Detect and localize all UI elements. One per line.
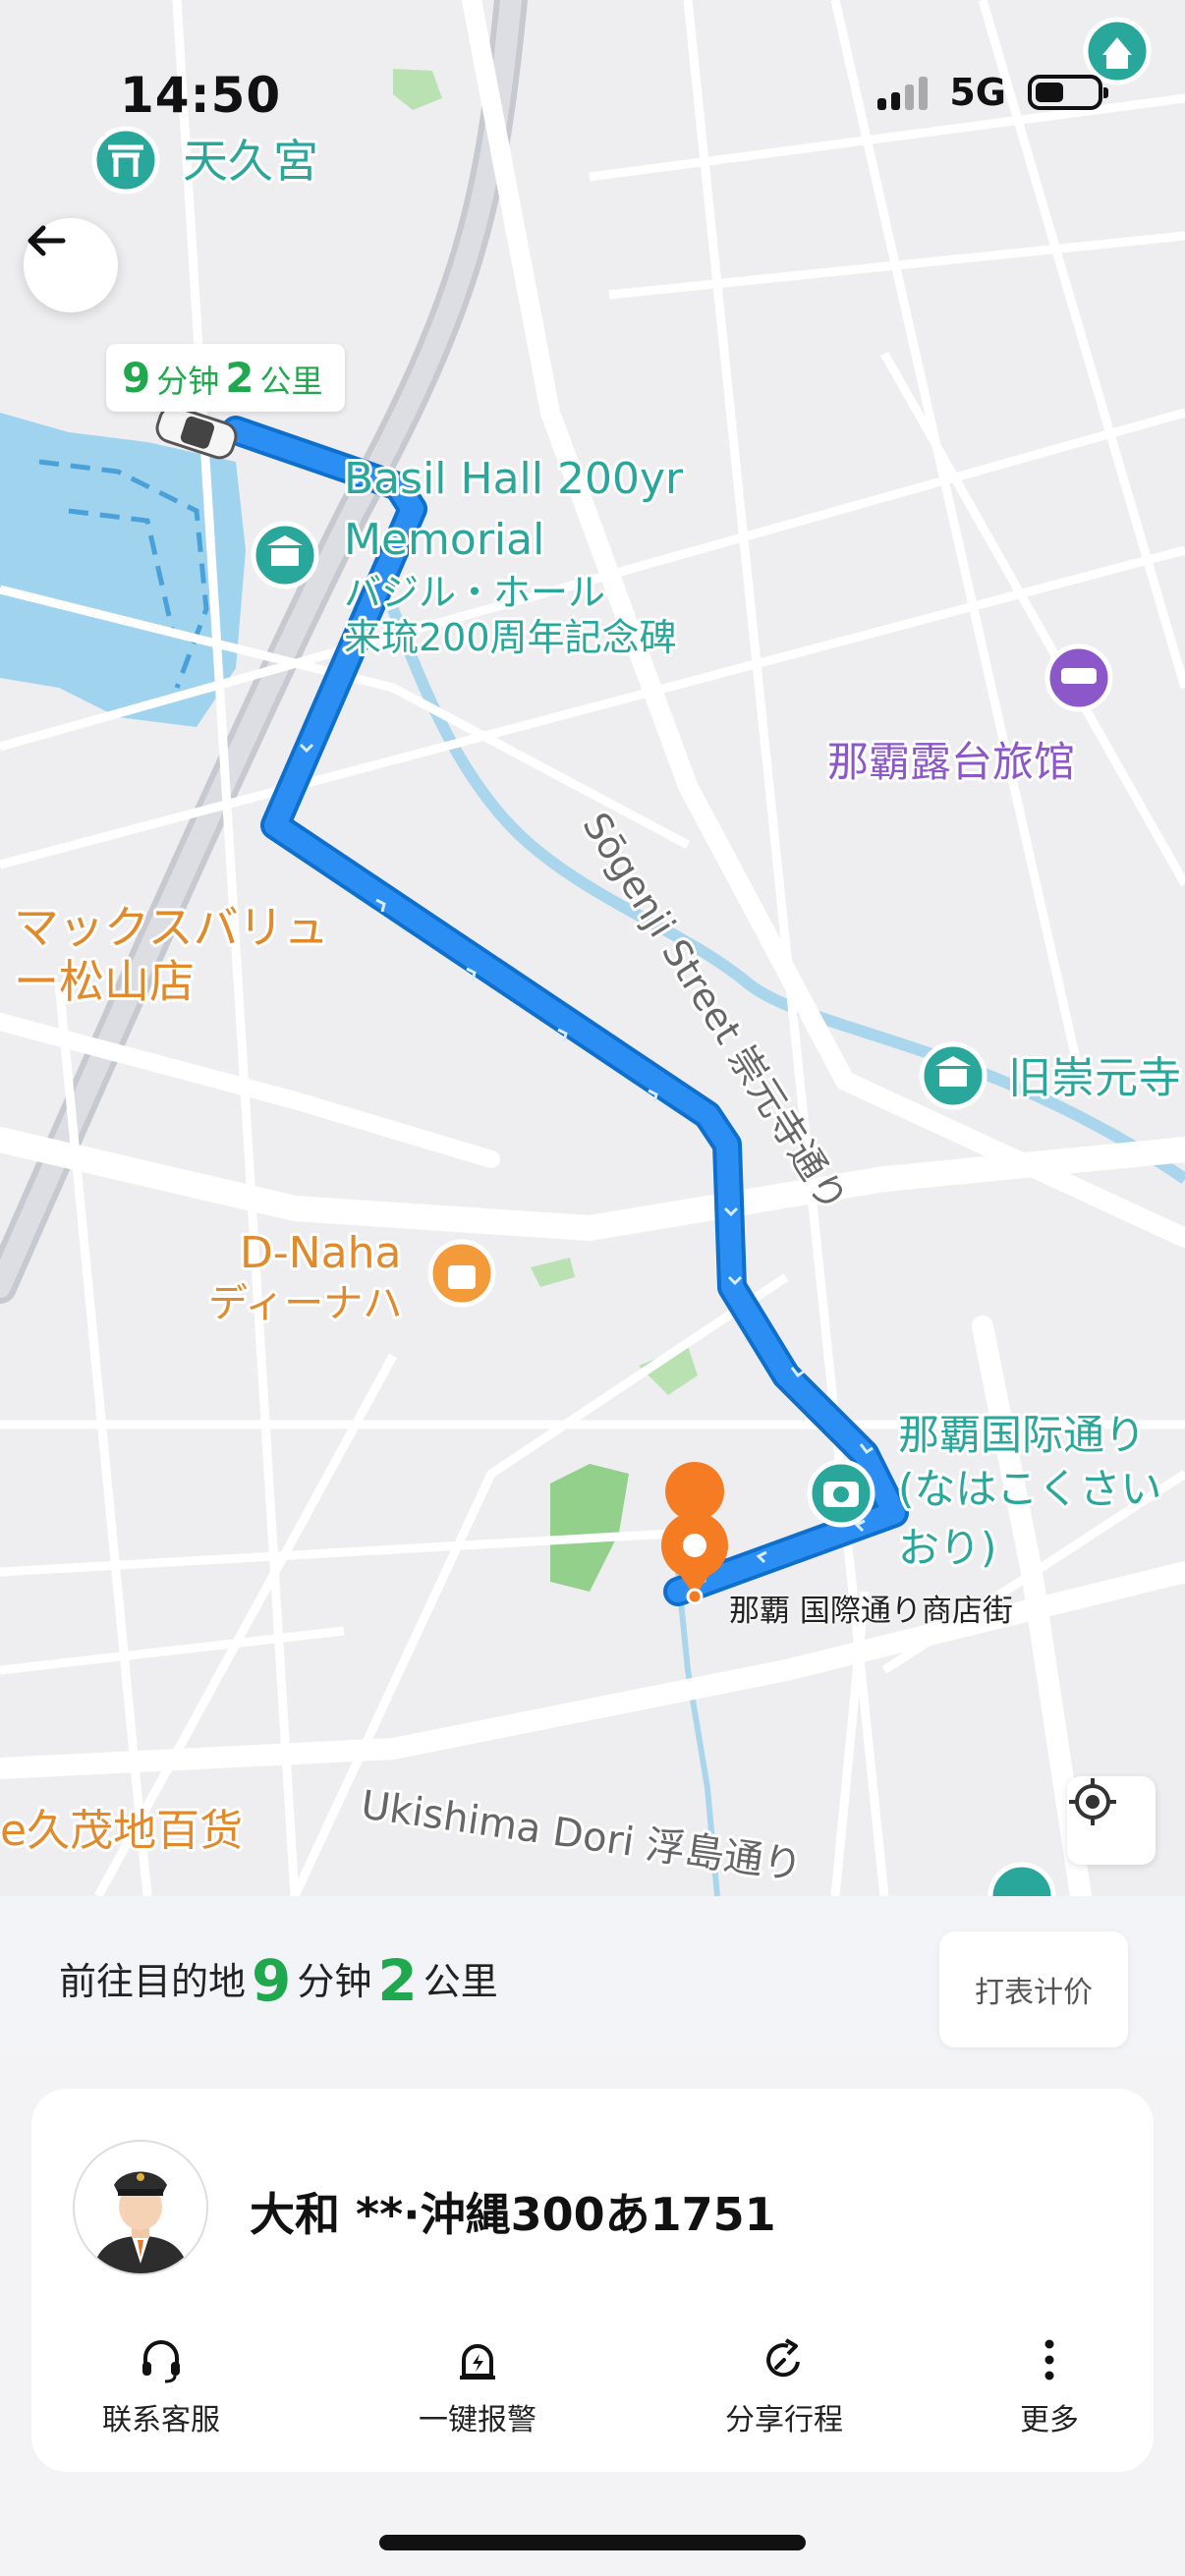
share-trip-button[interactable]: 分享行程 <box>715 2334 853 2438</box>
temple-icon <box>919 1041 988 1110</box>
action-label: 一键报警 <box>419 2403 536 2437</box>
meter-fare-button[interactable]: 打表计价 <box>939 1932 1128 2047</box>
more-icon <box>1044 2339 1054 2380</box>
shopping-icon <box>427 1239 496 1308</box>
museum-icon <box>251 521 319 589</box>
label-maxvalu: マックスバリュ <box>14 901 329 954</box>
summary-km: 2 <box>377 1947 418 2014</box>
status-indicators: 5G <box>877 71 1108 114</box>
label-basil-hall: Memorial <box>344 515 544 565</box>
camera-icon <box>807 1459 875 1528</box>
cellular-signal-icon <box>877 75 929 110</box>
label-basil-hall: Basil Hall 200yr <box>344 454 684 504</box>
eta-km: 2 <box>225 354 254 402</box>
emergency-alarm-button[interactable]: 一键报警 <box>409 2334 546 2438</box>
share-icon <box>766 2338 800 2378</box>
battery-icon <box>1028 75 1108 110</box>
driver-avatar-icon <box>75 2142 206 2273</box>
eta-km-unit: 公里 <box>259 363 323 400</box>
action-label: 联系客服 <box>102 2403 220 2437</box>
locate-icon <box>1069 1778 1116 1825</box>
park <box>393 69 442 110</box>
label-kokusai: (なはこくさい <box>898 1465 1161 1513</box>
label-hotel: 那霸露台旅馆 <box>827 738 1075 786</box>
summary-prefix: 前往目的地 <box>59 1960 247 2003</box>
network-type: 5G <box>949 71 1006 114</box>
back-arrow-icon <box>28 225 66 256</box>
customer-service-button[interactable]: 联系客服 <box>102 2334 220 2438</box>
more-button[interactable]: 更多 <box>1010 2334 1089 2438</box>
label-kokusai: おり) <box>898 1524 996 1572</box>
label-old-sogenji: 旧崇元寺 <box>1008 1053 1181 1103</box>
label-ukishima-dori: Ukishima Dori 浮島通り <box>359 1782 806 1889</box>
park <box>550 1464 629 1592</box>
poi-icon <box>988 1862 1056 1896</box>
summary-km-unit: 公里 <box>423 1960 498 2003</box>
destination-label: 那覇 国際通り商店街 <box>729 1594 1013 1629</box>
eta-minutes: 9 <box>122 354 151 402</box>
label-basil-hall: 来琉200周年記念碑 <box>344 616 677 659</box>
status-time: 14:50 <box>120 67 282 124</box>
label-maxvalu: ー松山店 <box>14 955 195 1008</box>
action-bar: 联系客服 一键报警 分享行程 更多 <box>31 2334 1154 2452</box>
eta-chip: 9 分钟 2 公里 <box>106 344 345 412</box>
map-view[interactable]: 天久宮 Basil Hall 200yr Memorial バジル・ホール 来琉… <box>0 0 1185 1896</box>
summary-minutes: 9 <box>252 1947 292 2014</box>
license-plate: 大和 **·沖縄300あ1751 <box>250 2188 776 2241</box>
action-label: 分享行程 <box>725 2403 843 2437</box>
trip-summary: 前往目的地 9 分钟 2 公里 打表计价 <box>0 1896 1185 2053</box>
label-kokusai: 那覇国际通り <box>898 1411 1146 1459</box>
label-d-naha: ディーナハ <box>208 1281 402 1326</box>
label-d-naha: D-Naha <box>240 1228 401 1278</box>
label-basil-hall: バジル・ホール <box>344 571 605 614</box>
back-button[interactable] <box>24 218 118 312</box>
park <box>531 1258 575 1287</box>
locate-button[interactable] <box>1067 1776 1156 1865</box>
label-tenku-shrine: 天久宮 <box>183 135 318 188</box>
shrine-icon <box>91 126 160 195</box>
driver-card: 大和 **·沖縄300あ1751 联系客服 一键报警 分享行程 更多 <box>31 2089 1154 2472</box>
alarm-icon <box>460 2344 495 2380</box>
trip-summary-text: 前往目的地 9 分钟 2 公里 <box>59 1947 498 2014</box>
eta-minutes-unit: 分钟 <box>156 363 220 400</box>
hotel-icon <box>1044 644 1113 712</box>
headset-icon <box>142 2340 180 2383</box>
summary-minutes-unit: 分钟 <box>297 1960 372 2003</box>
action-label: 更多 <box>1020 2403 1079 2437</box>
label-dept-store: e久茂地百货 <box>0 1806 243 1856</box>
home-indicator[interactable] <box>379 2535 806 2550</box>
driver-avatar <box>73 2140 208 2275</box>
